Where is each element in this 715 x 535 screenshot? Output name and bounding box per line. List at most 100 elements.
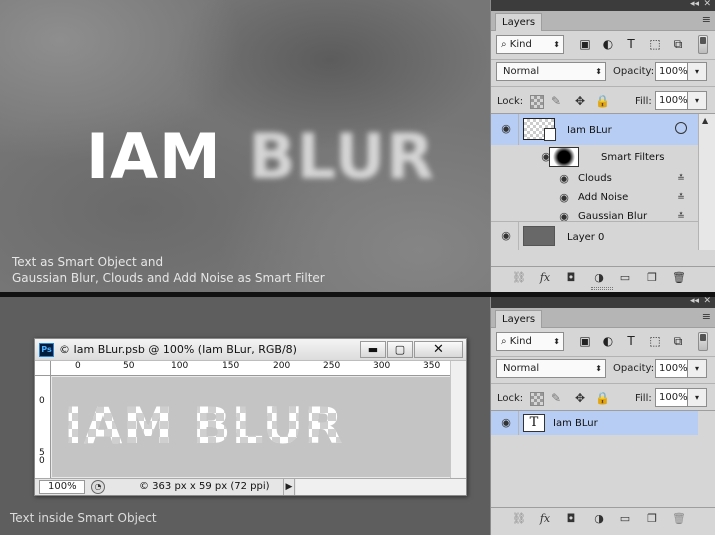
image-filter-icon[interactable]: ▣ xyxy=(578,37,592,51)
zoom-input[interactable]: 100% xyxy=(39,480,85,494)
blend-mode-select[interactable]: Normal ⬍ xyxy=(496,62,606,81)
opacity-dropdown-button[interactable]: ▾ xyxy=(688,359,707,378)
collapse-icon[interactable]: ◂◂ xyxy=(690,296,699,306)
smart-object-filter-icon[interactable]: ⧉ xyxy=(671,37,685,51)
new-group-icon[interactable]: ▭ xyxy=(617,271,633,285)
spinner-icon: ⬍ xyxy=(553,40,560,49)
filter-row-clouds[interactable]: ◉ Clouds ≛ xyxy=(491,170,698,189)
smart-filter-badge-icon[interactable] xyxy=(675,122,687,134)
filter-mask-thumbnail xyxy=(549,147,579,167)
status-info-icon[interactable]: ◔ xyxy=(91,480,105,494)
resize-grip[interactable] xyxy=(591,287,613,290)
filter-toggle[interactable] xyxy=(698,35,708,54)
vertical-scrollbar[interactable] xyxy=(450,361,466,478)
vertical-ruler[interactable]: 0 5 0 xyxy=(35,376,51,478)
link-layers-icon[interactable]: ⛓ xyxy=(511,512,527,526)
status-menu-arrow-icon[interactable]: ▶ xyxy=(283,479,295,495)
filter-row-add-noise[interactable]: ◉ Add Noise ≛ xyxy=(491,189,698,208)
ruler-label: 150 xyxy=(222,361,240,371)
fx-icon[interactable]: fx xyxy=(537,512,553,526)
type-layer-thumbnail-icon: T xyxy=(523,414,545,432)
blend-mode-value: Normal xyxy=(503,66,540,77)
eye-icon[interactable]: ◉ xyxy=(499,417,513,428)
maximize-button[interactable]: ▢ xyxy=(387,341,413,358)
new-group-icon[interactable]: ▭ xyxy=(617,512,633,526)
new-layer-icon[interactable]: ❐ xyxy=(644,271,660,285)
fill-input[interactable]: 100% xyxy=(655,388,688,407)
smart-object-filter-icon[interactable]: ⧉ xyxy=(671,334,685,348)
lock-transparency-icon[interactable] xyxy=(530,392,544,406)
adjustment-layer-icon[interactable]: ◑ xyxy=(591,512,607,526)
filter-row: ⌕ Kind ⬍ ▣ ◐ T ⬚ ⧉ xyxy=(496,35,711,55)
trash-icon[interactable]: 🗑 xyxy=(671,271,687,285)
eye-icon[interactable]: ◉ xyxy=(499,230,513,241)
link-layers-icon[interactable]: ⛓ xyxy=(511,271,527,285)
lock-brush-icon[interactable]: ✎ xyxy=(549,94,563,108)
blend-mode-select[interactable]: Normal ⬍ xyxy=(496,359,606,378)
opacity-input[interactable]: 100% xyxy=(655,359,688,378)
document-canvas[interactable]: IAM BLUR xyxy=(52,377,450,477)
fill-input[interactable]: 100% xyxy=(655,91,688,110)
close-icon[interactable]: ✕ xyxy=(703,0,711,9)
tab-layers[interactable]: Layers xyxy=(495,13,543,31)
ruler-label: 300 xyxy=(373,361,391,371)
layers-panel-top: ◂◂ ✕ Layers ≡ ⌕ Kind ⬍ ▣ ◐ T ⬚ ⧉ Normal … xyxy=(490,0,715,292)
document-titlebar[interactable]: Ps © Iam BLur.psb @ 100% (Iam BLur, RGB/… xyxy=(35,339,466,361)
separator xyxy=(491,356,715,357)
layer-row-smart-filters[interactable]: ◉ Smart Filters xyxy=(491,145,698,170)
layer-row-layer-0[interactable]: ◉ Layer 0 xyxy=(491,221,698,250)
horizontal-scrollbar[interactable] xyxy=(296,479,466,495)
close-button[interactable]: ✕ xyxy=(414,341,463,358)
image-filter-icon[interactable]: ▣ xyxy=(578,334,592,348)
blending-options-icon[interactable]: ≛ xyxy=(675,175,687,184)
minimize-button[interactable]: ▬ xyxy=(360,341,386,358)
type-filter-icon[interactable]: T xyxy=(624,334,638,348)
fill-dropdown-button[interactable]: ▾ xyxy=(688,388,707,407)
shape-filter-icon[interactable]: ⬚ xyxy=(648,334,662,348)
type-filter-icon[interactable]: T xyxy=(624,37,638,51)
new-layer-icon[interactable]: ❐ xyxy=(644,512,660,526)
panel-menu-icon[interactable]: ≡ xyxy=(702,311,711,322)
layer-name: Layer 0 xyxy=(567,232,605,243)
collapse-icon[interactable]: ◂◂ xyxy=(690,0,699,9)
layers-scrollbar[interactable]: ▲ xyxy=(698,114,715,250)
tab-layers[interactable]: Layers xyxy=(495,310,543,328)
lock-transparency-icon[interactable] xyxy=(530,95,544,109)
fx-icon[interactable]: fx xyxy=(537,271,553,285)
panel-menu-icon[interactable]: ≡ xyxy=(702,14,711,25)
fill-dropdown-button[interactable]: ▾ xyxy=(688,91,707,110)
shape-filter-icon[interactable]: ⬚ xyxy=(648,37,662,51)
lock-move-icon[interactable]: ✥ xyxy=(573,391,587,405)
document-window: Ps © Iam BLur.psb @ 100% (Iam BLur, RGB/… xyxy=(34,338,467,496)
kind-filter-select[interactable]: ⌕ Kind ⬍ xyxy=(496,35,564,54)
ruler-origin[interactable] xyxy=(35,361,51,376)
eye-icon[interactable]: ◉ xyxy=(557,192,571,203)
opacity-dropdown-button[interactable]: ▾ xyxy=(688,62,707,81)
document-info: © 363 px x 59 px (72 ppi) xyxy=(139,481,270,492)
adjustment-filter-icon[interactable]: ◐ xyxy=(601,37,615,51)
lock-all-icon[interactable]: 🔒 xyxy=(595,391,610,405)
filter-toggle[interactable] xyxy=(698,332,708,351)
lock-brush-icon[interactable]: ✎ xyxy=(549,391,563,405)
trash-icon[interactable]: 🗑 xyxy=(671,512,687,526)
adjustment-filter-icon[interactable]: ◐ xyxy=(601,334,615,348)
blending-options-icon[interactable]: ≛ xyxy=(675,194,687,203)
kind-filter-select[interactable]: ⌕ Kind ⬍ xyxy=(496,332,564,351)
layer-name: Smart Filters xyxy=(601,152,665,163)
add-mask-icon[interactable]: ◘ xyxy=(563,271,579,285)
bottom-caption: Text inside Smart Object xyxy=(10,511,157,525)
eye-icon[interactable]: ◉ xyxy=(557,173,571,184)
blend-mode-value: Normal xyxy=(503,363,540,374)
lock-all-icon[interactable]: 🔒 xyxy=(595,94,610,108)
horizontal-ruler[interactable]: 0 50 100 150 200 250 300 350 xyxy=(51,361,450,376)
eye-icon[interactable]: ◉ xyxy=(499,123,513,134)
lock-move-icon[interactable]: ✥ xyxy=(573,94,587,108)
add-mask-icon[interactable]: ◘ xyxy=(563,512,579,526)
scroll-up-icon[interactable]: ▲ xyxy=(702,116,708,125)
close-icon[interactable]: ✕ xyxy=(703,296,711,306)
layer-row-iam-blur-text[interactable]: ◉ T Iam BLur xyxy=(491,411,698,435)
layer-row-iam-blur[interactable]: ◉ Iam BLur xyxy=(491,114,698,145)
opacity-input[interactable]: 100% xyxy=(655,62,688,81)
kind-label: Kind xyxy=(509,39,532,50)
adjustment-layer-icon[interactable]: ◑ xyxy=(591,271,607,285)
